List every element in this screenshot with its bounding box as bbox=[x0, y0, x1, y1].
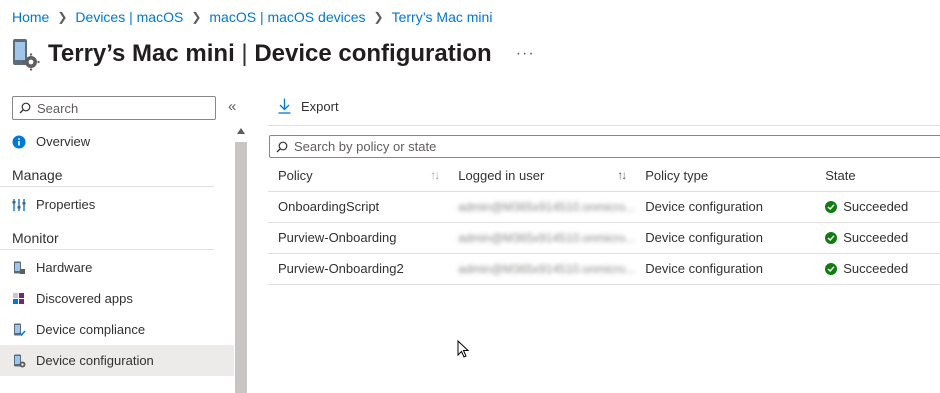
policy-search-placeholder: Search by policy or state bbox=[294, 139, 437, 154]
breadcrumb-home[interactable]: Home bbox=[12, 9, 49, 25]
collapse-sidebar-button[interactable]: « bbox=[228, 98, 236, 115]
mouse-pointer-icon bbox=[457, 339, 470, 361]
sidebar-item-discovered-apps[interactable]: Discovered apps bbox=[0, 283, 234, 314]
logged-in-user-cell: admin@M365x914510.onmicro... bbox=[448, 222, 636, 254]
policy-cell: Purview-Onboarding bbox=[268, 222, 449, 254]
breadcrumb: Home ❯ Devices | macOS ❯ macOS | macOS d… bbox=[12, 9, 492, 25]
breadcrumb-macos-devices[interactable]: macOS | macOS devices bbox=[209, 9, 365, 25]
policy-search-input[interactable]: Search by policy or state bbox=[269, 135, 940, 158]
blurred-user: admin@M365x914510.onmicro... bbox=[458, 200, 636, 214]
sidebar-scrollbar[interactable] bbox=[234, 126, 248, 393]
download-icon bbox=[278, 98, 291, 114]
scroll-up-icon[interactable] bbox=[237, 128, 245, 134]
success-check-icon bbox=[825, 231, 838, 244]
breadcrumb-device[interactable]: Terry’s Mac mini bbox=[392, 9, 493, 25]
device-configuration-icon bbox=[12, 354, 26, 368]
table-header-row: Policy ↑↓ Logged in user ↑↓ Policy type St… bbox=[268, 160, 940, 192]
toolbar-divider bbox=[268, 125, 940, 126]
table-row[interactable]: Purview-Onboarding2 admin@M365x914510.on… bbox=[268, 253, 940, 285]
sidebar-item-overview[interactable]: Overview bbox=[0, 126, 234, 157]
export-button[interactable]: Export bbox=[278, 98, 339, 114]
sort-icon[interactable]: ↑↓ bbox=[430, 168, 440, 182]
more-options-button[interactable]: ··· bbox=[516, 45, 535, 63]
page-name: Device configuration bbox=[254, 40, 492, 67]
state-cell: Succeeded bbox=[815, 191, 940, 223]
sidebar-search-placeholder: Search bbox=[37, 100, 79, 116]
search-icon bbox=[276, 141, 288, 153]
column-label: Logged in user bbox=[458, 167, 545, 183]
state-label: Succeeded bbox=[843, 230, 909, 245]
column-header-policy[interactable]: Policy ↑↓ bbox=[268, 160, 449, 192]
sidebar-item-label: Discovered apps bbox=[36, 291, 133, 306]
device-settings-icon bbox=[10, 36, 40, 72]
page-header: Terry’s Mac mini | Device configuration … bbox=[10, 34, 535, 74]
discovered-apps-icon bbox=[12, 292, 26, 306]
column-header-policy-type: Policy type bbox=[635, 160, 816, 192]
sidebar-item-label: Device compliance bbox=[36, 322, 146, 337]
logged-in-user-cell: admin@M365x914510.onmicro... bbox=[448, 191, 636, 223]
sidebar-search-input[interactable]: Search bbox=[12, 96, 216, 120]
sidebar-item-hardware[interactable]: Hardware bbox=[0, 252, 234, 283]
column-label: State bbox=[825, 167, 856, 183]
device-compliance-icon bbox=[12, 323, 26, 337]
sort-icon[interactable]: ↑↓ bbox=[617, 168, 627, 182]
policy-cell: OnboardingScript bbox=[268, 191, 449, 223]
export-label: Export bbox=[301, 98, 339, 114]
column-header-state: State bbox=[815, 160, 940, 192]
sidebar-menu: Overview Manage Properties Monitor Hardw… bbox=[0, 126, 234, 376]
table-row[interactable]: OnboardingScript admin@M365x914510.onmic… bbox=[268, 191, 940, 223]
policy-type-cell: Device configuration bbox=[635, 191, 816, 223]
sidebar-item-label: Hardware bbox=[36, 260, 93, 275]
state-cell: Succeeded bbox=[815, 222, 940, 254]
sidebar-item-label: Overview bbox=[36, 134, 91, 149]
sidebar-item-label: Properties bbox=[36, 197, 96, 212]
policy-type-cell: Device configuration bbox=[635, 253, 816, 285]
sidebar-item-device-compliance[interactable]: Device compliance bbox=[0, 314, 234, 345]
main-content: Export Search by policy or state Policy ↑… bbox=[268, 90, 940, 393]
title-separator: | bbox=[241, 40, 248, 67]
table-row[interactable]: Purview-Onboarding admin@M365x914510.onm… bbox=[268, 222, 940, 254]
chevron-right-icon: ❯ bbox=[57, 10, 68, 24]
success-check-icon bbox=[825, 262, 838, 275]
state-cell: Succeeded bbox=[815, 253, 940, 285]
page-title: Terry’s Mac mini | Device configuration bbox=[48, 40, 492, 68]
chevron-right-icon: ❯ bbox=[373, 10, 384, 24]
hardware-icon bbox=[12, 261, 26, 275]
policy-cell: Purview-Onboarding2 bbox=[268, 253, 449, 285]
logged-in-user-cell: admin@M365x914510.onmicro... bbox=[448, 253, 636, 285]
state-label: Succeeded bbox=[843, 199, 909, 214]
blurred-user: admin@M365x914510.onmicro... bbox=[458, 231, 636, 245]
scrollbar-thumb[interactable] bbox=[235, 142, 247, 393]
device-name: Terry’s Mac mini bbox=[48, 40, 235, 67]
policy-type-cell: Device configuration bbox=[635, 222, 816, 254]
sidebar-item-label: Device configuration bbox=[36, 353, 154, 368]
success-check-icon bbox=[825, 200, 838, 213]
column-label: Policy type bbox=[645, 167, 709, 183]
policy-table: Policy ↑↓ Logged in user ↑↓ Policy type St… bbox=[268, 160, 940, 285]
sidebar-section-manage: Manage bbox=[0, 157, 214, 187]
sidebar-item-device-configuration[interactable]: Device configuration bbox=[0, 345, 234, 376]
sidebar: Search « Overview Manage Properties Moni… bbox=[0, 90, 248, 393]
info-icon bbox=[12, 135, 26, 149]
chevron-right-icon: ❯ bbox=[191, 10, 202, 24]
properties-icon bbox=[12, 198, 26, 212]
sidebar-item-properties[interactable]: Properties bbox=[0, 189, 234, 220]
state-label: Succeeded bbox=[843, 261, 909, 276]
blurred-user: admin@M365x914510.onmicro... bbox=[458, 262, 636, 276]
column-header-logged-in-user[interactable]: Logged in user ↑↓ bbox=[448, 160, 636, 192]
breadcrumb-devices-macos[interactable]: Devices | macOS bbox=[75, 9, 183, 25]
search-icon bbox=[19, 102, 31, 114]
column-label: Policy bbox=[278, 167, 313, 183]
sidebar-section-monitor: Monitor bbox=[0, 220, 214, 250]
